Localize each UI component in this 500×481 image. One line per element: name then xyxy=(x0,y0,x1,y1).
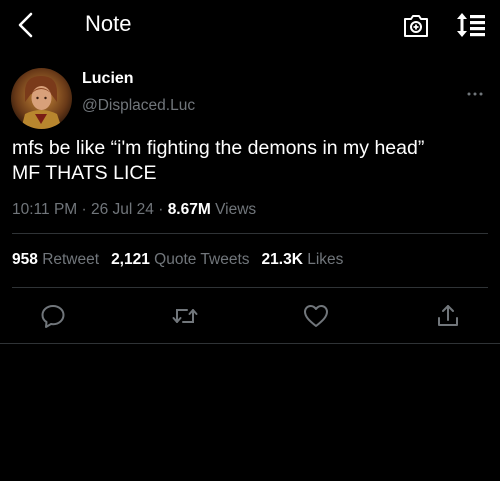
retweets-stat[interactable]: 958 Retweet xyxy=(12,251,99,269)
chevron-left-icon[interactable] xyxy=(14,10,40,40)
quotes-count: 2,121 xyxy=(111,251,150,268)
meta-separator: · xyxy=(77,201,91,218)
meta-separator: · xyxy=(153,201,168,218)
likes-label: Likes xyxy=(307,251,344,268)
retweets-label: Retweet xyxy=(42,251,100,268)
retweets-count: 958 xyxy=(12,251,38,268)
tweet-text: mfs be like “i'm fighting the demons in … xyxy=(12,136,496,186)
divider xyxy=(12,233,488,234)
quotes-label: Quote Tweets xyxy=(154,251,250,268)
tweet-meta: 10:11 PM · 26 Jul 24 · 8.67M Views xyxy=(12,201,256,219)
top-bar: Note xyxy=(0,0,500,50)
quotes-stat[interactable]: 2,121 Quote Tweets xyxy=(111,251,249,269)
share-icon[interactable] xyxy=(435,303,461,329)
tweet-text-line: mfs be like “i'm fighting the demons in … xyxy=(12,137,425,159)
sort-list-icon[interactable] xyxy=(456,11,486,39)
retweet-icon[interactable] xyxy=(172,303,198,329)
avatar[interactable] xyxy=(11,68,72,129)
likes-stat[interactable]: 21.3K Likes xyxy=(262,251,344,269)
author-name[interactable]: Lucien xyxy=(82,70,134,88)
like-icon[interactable] xyxy=(303,303,329,329)
more-options-icon[interactable] xyxy=(466,84,484,96)
views-label[interactable]: Views xyxy=(211,201,256,218)
tweet-time: 10:11 PM xyxy=(12,201,78,218)
likes-count: 21.3K xyxy=(261,251,303,268)
tweet-text-line: MF THATS LICE xyxy=(12,162,157,184)
tweet-date: 26 Jul 24 xyxy=(90,201,154,218)
camera-add-icon[interactable] xyxy=(402,11,430,39)
divider xyxy=(0,343,500,344)
tweet-stats: 958 Retweet 2,121 Quote Tweets 21.3K Likes xyxy=(12,251,355,269)
page-title: Note xyxy=(85,11,132,36)
divider xyxy=(12,287,488,288)
reply-icon[interactable] xyxy=(40,303,66,329)
author-handle[interactable]: @Displaced.Luc xyxy=(82,97,195,115)
views-count[interactable]: 8.67M xyxy=(168,201,211,218)
